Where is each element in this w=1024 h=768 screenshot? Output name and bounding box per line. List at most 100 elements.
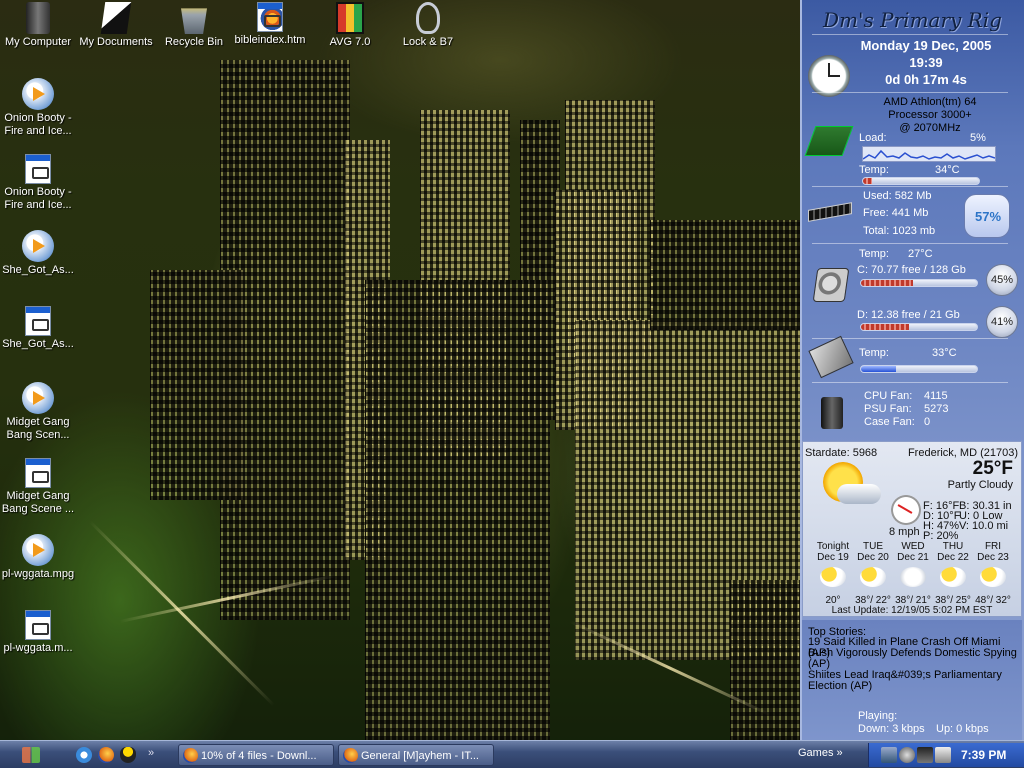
desktop-icon-label: Lock & B7 xyxy=(402,36,454,48)
wind-gauge-icon xyxy=(891,495,921,525)
partly-cloudy-icon xyxy=(980,567,1006,587)
desktop-icon-onion-booty-1[interactable]: Onion Booty - Fire and Ice... xyxy=(0,78,76,138)
drive-c-bar xyxy=(860,279,978,287)
taskbar-button-mayhem[interactable]: General [M]ayhem - IT... xyxy=(338,744,494,766)
forecast-day-name: FRI xyxy=(984,541,1002,552)
hdd-temp-label: Temp: xyxy=(859,248,889,260)
desktop-icon-pl-wggata-mpg[interactable]: pl-wggata.mpg xyxy=(0,534,76,581)
media-player-icon xyxy=(22,78,54,110)
cpu-name-line2: Processor 3000+ xyxy=(888,109,972,121)
memory-free: Free: 441 Mb xyxy=(863,207,929,219)
desktop-icon-label: pl-wggata.m... xyxy=(3,642,73,654)
video-file-icon xyxy=(25,458,51,488)
ie-icon[interactable] xyxy=(76,747,92,763)
pc-tower-icon xyxy=(821,397,843,429)
network-up: Up: 0 kbps xyxy=(936,723,989,735)
quick-launch-overflow-icon[interactable]: » xyxy=(148,747,154,759)
cpu-temp-bar xyxy=(862,177,980,185)
hard-drive-icon xyxy=(812,268,850,302)
case-fan-label: Case Fan: xyxy=(864,416,915,428)
drive-d-info: D: 12.38 free / 21 Gb xyxy=(857,309,960,321)
desktop-icon-lock-b7[interactable]: Lock & B7 xyxy=(390,2,466,49)
psu-fan-label: PSU Fan: xyxy=(864,403,912,415)
network-icon[interactable] xyxy=(881,747,897,763)
media-player-icon xyxy=(22,534,54,566)
forecast-date: Dec 23 xyxy=(977,552,1009,563)
desktop-icon-onion-booty-2[interactable]: Onion Booty - Fire and Ice... xyxy=(0,154,76,212)
desktop-icon-label: My Documents xyxy=(79,36,153,48)
documents-icon xyxy=(100,2,132,34)
forecast-day: THU Dec 22 38°/ 25° xyxy=(933,541,973,606)
system-tray: 7:39 PM xyxy=(868,743,1024,767)
partly-cloudy-icon xyxy=(860,567,886,587)
desktop-icon-label: She_Got_As... xyxy=(2,338,74,350)
partly-cloudy-icon xyxy=(820,567,846,587)
drive-d-bar xyxy=(860,323,978,331)
keys-icon xyxy=(416,2,440,34)
news-item[interactable]: Bush Vigorously Defends Domestic Spying … xyxy=(808,648,1020,670)
tray-clock[interactable]: 7:39 PM xyxy=(961,748,1006,762)
games-toolbar[interactable]: Games » xyxy=(798,747,843,759)
taskbar-button-download[interactable]: 10% of 4 files - Downl... xyxy=(178,744,334,766)
desktop-icon-avg[interactable]: AVG 7.0 xyxy=(312,2,388,49)
monitor-icon[interactable] xyxy=(917,747,933,763)
desktop-icon-midget-1[interactable]: Midget Gang Bang Scen... xyxy=(0,382,76,442)
taskbar: » 10% of 4 files - Downl... General [M]a… xyxy=(0,740,1024,768)
taskbar-button-label: General [M]ayhem - IT... xyxy=(361,750,479,762)
desktop-icon-label: Onion Booty - Fire and Ice... xyxy=(4,112,72,137)
cpu-fan-value: 4115 xyxy=(924,390,948,402)
sysinfo-date: Monday 19 Dec, 2005 xyxy=(860,38,992,53)
stardate: Stardate: 5968 xyxy=(805,447,878,459)
partly-cloudy-icon xyxy=(940,567,966,587)
memory-total: Total: 1023 mb xyxy=(863,225,936,237)
computer-icon xyxy=(26,2,50,34)
speaker-icon[interactable] xyxy=(899,747,915,763)
weather-last-update: Last Update: 12/19/05 5:02 PM EST xyxy=(831,605,993,616)
news-ticker: Top Stories: 19 Said Killed in Plane Cra… xyxy=(802,620,1022,740)
forecast-date: Dec 20 xyxy=(857,552,889,563)
forecast-day: FRI Dec 23 48°/ 32° xyxy=(973,541,1013,606)
network-down: Down: 3 kbps xyxy=(858,723,925,735)
aim-icon[interactable] xyxy=(120,747,136,763)
windows-logo-icon xyxy=(22,747,40,763)
hdd-temp-value: 27°C xyxy=(908,248,933,260)
desktop-icon-bibleindex[interactable]: bibleindex.htm xyxy=(232,2,308,47)
desktop-icon-label: Midget Gang Bang Scene ... xyxy=(1,490,75,515)
clock-icon xyxy=(808,55,850,97)
desktop-icon-midget-2[interactable]: Midget Gang Bang Scene ... xyxy=(0,458,76,516)
start-button[interactable] xyxy=(20,745,42,765)
desktop-icon-pl-wggata-m[interactable]: pl-wggata.m... xyxy=(0,610,76,655)
desktop-icon-my-documents[interactable]: My Documents xyxy=(78,2,154,49)
drive-d-percent: 41% xyxy=(986,306,1018,338)
desktop-icon-label: Midget Gang Bang Scen... xyxy=(6,416,70,441)
drive-icon[interactable] xyxy=(935,747,951,763)
cloudy-icon xyxy=(900,567,926,587)
media-player-icon xyxy=(22,382,54,414)
case-fan-value: 0 xyxy=(924,416,931,428)
firefox-icon xyxy=(343,748,358,763)
forecast-date: Dec 19 xyxy=(817,552,849,563)
forecast-day-name: WED xyxy=(901,541,925,552)
memory-used: Used: 582 Mb xyxy=(863,190,932,202)
memory-gauge: 57% xyxy=(964,194,1010,238)
desktop-icon-my-computer[interactable]: My Computer xyxy=(0,2,76,49)
sysinfo-uptime: 0d 0h 17m 4s xyxy=(885,72,967,87)
avg-icon xyxy=(336,2,364,34)
games-toolbar-label: Games xyxy=(798,747,834,759)
desktop-icon-label: My Computer xyxy=(4,36,72,48)
cpu-load-label: Load: xyxy=(859,132,887,144)
desktop-icon-she-got-1[interactable]: She_Got_As... xyxy=(0,230,76,277)
forecast-day-name: TUE xyxy=(863,541,883,552)
video-file-icon xyxy=(25,154,51,184)
weather-widget: Stardate: 5968 Frederick, MD (21703) 25°… xyxy=(802,441,1022,617)
firefox-icon[interactable] xyxy=(98,747,114,763)
memory-percent: 57% xyxy=(974,209,1002,224)
now-playing-label: Playing: xyxy=(858,710,898,722)
weather-visibility: V: 10.0 mi xyxy=(959,520,1009,532)
forecast-day-name: Tonight xyxy=(816,541,850,552)
desktop-icon-recycle-bin[interactable]: Recycle Bin xyxy=(156,2,232,49)
desktop-icon-label: Recycle Bin xyxy=(164,36,224,48)
taskbar-button-label: 10% of 4 files - Downl... xyxy=(201,750,317,762)
desktop-icon-she-got-2[interactable]: She_Got_As... xyxy=(0,306,76,351)
news-item[interactable]: Shiites Lead Iraq&#039;s Parliamentary E… xyxy=(808,670,1020,692)
